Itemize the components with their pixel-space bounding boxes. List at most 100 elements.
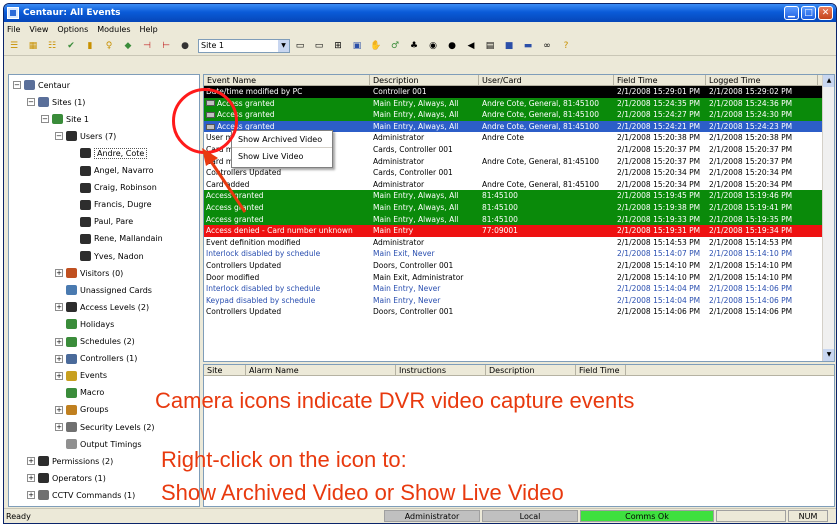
door-icon[interactable]: ⊣ — [141, 40, 153, 52]
tree-node[interactable]: − Centaur — [13, 79, 70, 91]
network-icon[interactable]: ⊞ — [332, 40, 344, 52]
tree-node[interactable]: Andre, Cote — [69, 147, 148, 159]
table-row[interactable]: Keypad disabled by schedule Main Entry, N… — [204, 294, 834, 307]
expand-toggle-icon[interactable]: + — [55, 405, 63, 414]
expand-toggle-icon[interactable]: + — [27, 474, 35, 483]
speaker-icon[interactable]: ◀ — [465, 40, 477, 52]
col-alarm-field-time[interactable]: Field Time — [576, 365, 626, 375]
tree-node[interactable]: + Schedules (2) — [55, 336, 135, 348]
camera-icon[interactable]: ◉ — [427, 40, 439, 52]
user-icon[interactable]: ♀ — [103, 40, 115, 52]
scroll-down-icon[interactable]: ▼ — [823, 349, 834, 361]
tree-node[interactable]: + Controllers (1) — [55, 353, 137, 365]
tree-node[interactable]: Craig, Robinson — [69, 182, 157, 194]
menu-file[interactable]: File — [7, 25, 20, 34]
table-row[interactable]: Event definition modified Administrator 2/… — [204, 236, 834, 249]
operator-icon[interactable]: ● — [446, 40, 458, 52]
col-alarm-description[interactable]: Description — [486, 365, 576, 375]
title-bar[interactable]: Centaur: All Events ▁ □ ✕ — [4, 4, 836, 22]
table-row[interactable]: Controllers Updated Doors, Controller 001… — [204, 259, 834, 272]
table-row[interactable]: Card added Administrator Andre Cote, Gener… — [204, 178, 834, 191]
lock-icon[interactable]: ◆ — [122, 40, 134, 52]
controller-icon[interactable]: ▣ — [351, 40, 363, 52]
table-row[interactable]: Interlock disabled by schedule Main Exit,… — [204, 248, 834, 260]
col-event-name[interactable]: Event Name — [204, 75, 370, 85]
menu-options[interactable]: Options — [57, 25, 88, 34]
expand-toggle-icon[interactable]: + — [27, 491, 35, 500]
people-icon[interactable]: ♂ — [389, 40, 401, 52]
expand-toggle-icon[interactable]: + — [55, 337, 63, 346]
tree-node[interactable]: Yves, Nadon — [69, 250, 144, 262]
tree-node[interactable]: − Sites (1) — [27, 96, 85, 108]
group-icon[interactable]: ♣ — [408, 40, 420, 52]
expand-toggle-icon[interactable]: − — [41, 115, 49, 124]
table-row[interactable]: Door modified Main Exit, Administrator 2/1… — [204, 271, 834, 284]
expand-toggle-icon[interactable]: + — [27, 457, 35, 466]
tree-node[interactable]: + Events — [55, 370, 107, 382]
input-icon[interactable]: ▭ — [294, 40, 306, 52]
tree-node[interactable]: Francis, Dugre — [69, 199, 152, 211]
tree-node[interactable]: + Permissions (2) — [27, 455, 113, 467]
events-scrollbar[interactable]: ▲ ▼ — [822, 75, 834, 361]
binoculars-icon[interactable]: ∞ — [541, 40, 553, 52]
table-row[interactable]: Controllers Updated Doors, Controller 001… — [204, 306, 834, 318]
tree-node[interactable]: + Operators (1) — [27, 472, 106, 484]
table-row[interactable]: Date/time modified by PC Controller 001 2/… — [204, 86, 834, 98]
grid-view-icon[interactable]: ▦ — [27, 40, 39, 52]
table-row[interactable]: Access granted Main Entry, Always, All 81:… — [204, 213, 834, 226]
door-exit-icon[interactable]: ⊢ — [160, 40, 172, 52]
col-instructions[interactable]: Instructions — [396, 365, 486, 375]
table-row[interactable]: Access granted Main Entry, Always, All 81:… — [204, 201, 834, 214]
expand-toggle-icon[interactable]: + — [55, 269, 63, 278]
tree-node[interactable]: Unassigned Cards — [55, 284, 152, 296]
panel-icon[interactable]: ▤ — [484, 40, 496, 52]
expand-toggle-icon[interactable]: − — [27, 98, 35, 107]
tree-node[interactable]: − Users (7) — [55, 130, 116, 142]
expand-toggle-icon[interactable]: − — [13, 81, 21, 89]
col-alarm-name[interactable]: Alarm Name — [246, 365, 396, 375]
table-row[interactable]: Access granted Main Entry, Always, All And… — [204, 109, 834, 121]
table-row[interactable]: Access granted Main Entry, Always, All 81:… — [204, 190, 834, 202]
tree-node[interactable]: Angel, Navarro — [69, 165, 154, 177]
hand-icon[interactable]: ✋ — [370, 40, 382, 52]
tree-view-icon[interactable]: ☰ — [8, 40, 20, 52]
col-description[interactable]: Description — [370, 75, 479, 85]
site-select[interactable]: Site 1 ▼ — [198, 38, 290, 53]
tree-node[interactable]: Macro — [55, 387, 104, 399]
output-icon[interactable]: ▭ — [313, 40, 325, 52]
tree-node[interactable]: Output Timings — [55, 438, 142, 450]
table-row[interactable]: Access denied - Card number unknown Main … — [204, 225, 834, 237]
monitor-icon[interactable]: ■ — [503, 40, 515, 52]
expand-toggle-icon[interactable]: − — [55, 132, 63, 141]
expand-toggle-icon[interactable]: + — [55, 371, 63, 380]
tree-node[interactable]: − Site 1 — [41, 113, 89, 125]
tree-node[interactable]: Rene, Mallandain — [69, 233, 163, 245]
expand-toggle-icon[interactable]: + — [55, 354, 63, 363]
screen-icon[interactable]: ▬ — [522, 40, 534, 52]
tree-node[interactable]: + CCTV Commands (1) — [27, 489, 135, 501]
col-site[interactable]: Site — [204, 365, 246, 375]
menu-modules[interactable]: Modules — [97, 25, 130, 34]
card-icon[interactable]: ▮ — [84, 40, 96, 52]
maximize-button[interactable]: □ — [801, 6, 816, 20]
menu-view[interactable]: View — [29, 25, 48, 34]
tree-node[interactable]: + Groups — [55, 404, 109, 416]
tree-node[interactable]: + Security Levels (2) — [55, 421, 155, 433]
table-row[interactable]: Controllers Updated Cards, Controller 001… — [204, 167, 834, 179]
expand-toggle-icon[interactable]: + — [55, 423, 63, 431]
col-logged-time[interactable]: Logged Time — [706, 75, 818, 85]
tree-node[interactable]: Holidays — [55, 318, 114, 330]
table-row[interactable]: Interlock disabled by schedule Main Entry… — [204, 283, 834, 295]
table-row[interactable]: Access granted Main Entry, Always, All And… — [204, 97, 834, 110]
tree-node[interactable]: + Visitors (0) — [55, 267, 123, 279]
col-field-time[interactable]: Field Time — [614, 75, 706, 85]
tree-node[interactable]: Paul, Pare — [69, 216, 133, 228]
check-icon[interactable]: ✔ — [65, 40, 77, 52]
chevron-down-icon[interactable]: ▼ — [278, 39, 289, 52]
expand-toggle-icon[interactable]: + — [55, 303, 63, 312]
close-button[interactable]: ✕ — [818, 6, 833, 20]
list-view-icon[interactable]: ☷ — [46, 40, 58, 52]
scroll-up-icon[interactable]: ▲ — [823, 75, 834, 87]
help-icon[interactable]: ? — [560, 40, 572, 52]
menu-help[interactable]: Help — [140, 25, 158, 34]
